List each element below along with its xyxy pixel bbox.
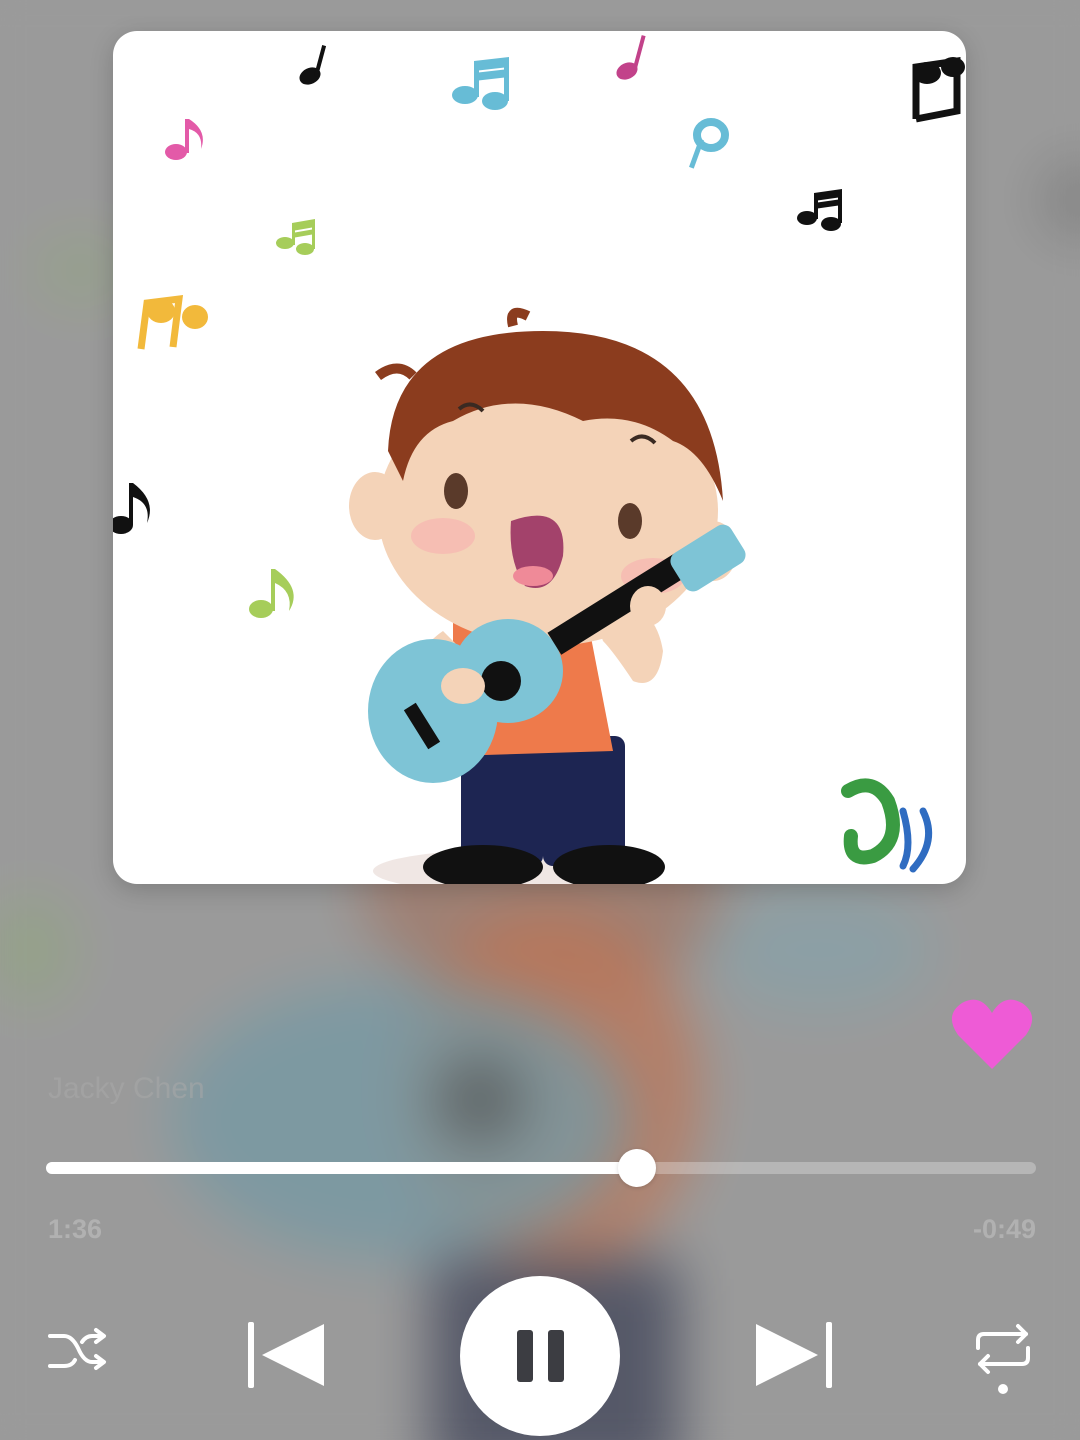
repeat-icon bbox=[976, 1324, 1030, 1394]
pause-button[interactable] bbox=[460, 1276, 620, 1436]
brand-logo bbox=[841, 778, 933, 873]
remaining-time: -0:49 bbox=[972, 1214, 1036, 1244]
elapsed-time: 1:36 bbox=[48, 1214, 103, 1244]
progress-track[interactable] bbox=[46, 1149, 1036, 1187]
boy-character bbox=[349, 307, 746, 884]
heart-icon bbox=[951, 999, 1033, 1069]
next-button[interactable] bbox=[752, 1318, 836, 1392]
shuffle-icon bbox=[48, 1328, 106, 1370]
skip-next-icon bbox=[756, 1322, 832, 1388]
progress-fill bbox=[46, 1162, 638, 1174]
skip-previous-icon bbox=[248, 1322, 324, 1388]
progress-thumb[interactable] bbox=[618, 1149, 657, 1187]
song-subtitle: Jacky Chen bbox=[48, 1072, 205, 1105]
favorite-button[interactable] bbox=[950, 995, 1034, 1075]
previous-button[interactable] bbox=[244, 1318, 328, 1392]
album-artwork bbox=[113, 31, 966, 884]
album-illustration bbox=[113, 35, 965, 884]
repeat-button[interactable] bbox=[970, 1318, 1036, 1400]
shuffle-button[interactable] bbox=[46, 1322, 110, 1386]
pause-icon bbox=[517, 1330, 564, 1382]
